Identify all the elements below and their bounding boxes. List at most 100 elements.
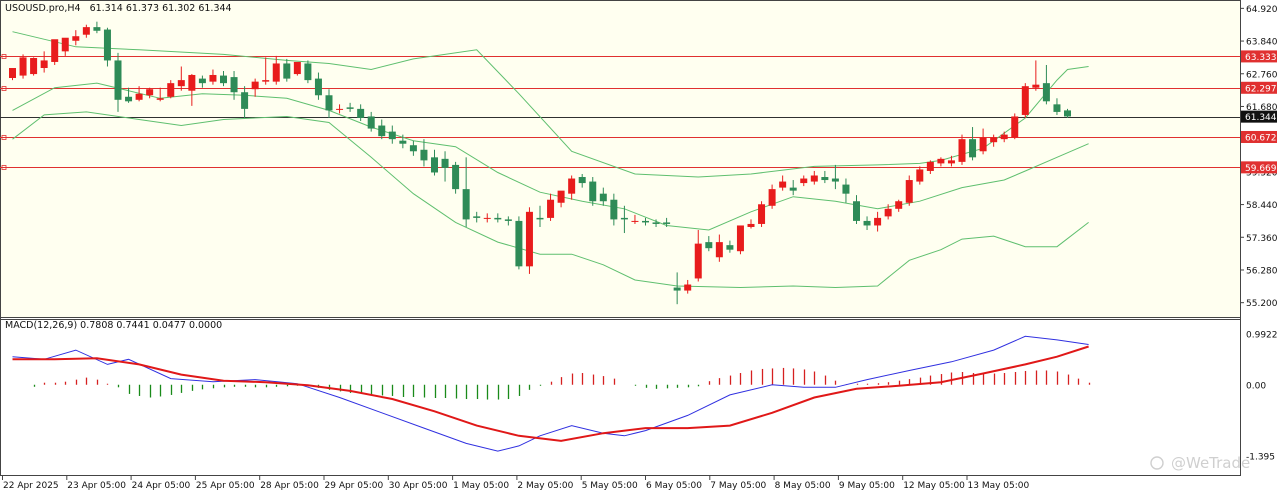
time-tick-label: 25 Apr 05:00 xyxy=(196,481,255,491)
watermark-text: @WeTrade xyxy=(1171,454,1250,472)
candle-body xyxy=(452,164,460,190)
price-tick-label: 55.200 xyxy=(1246,299,1278,309)
candle-body xyxy=(663,222,671,224)
time-tick-label: 13 May 05:00 xyxy=(968,481,1030,491)
candle-body xyxy=(652,222,660,224)
candle-body xyxy=(473,216,481,218)
candle-body xyxy=(536,217,544,220)
candle-body xyxy=(1042,83,1050,102)
candle-body xyxy=(167,83,175,97)
candle-body xyxy=(705,242,713,249)
candle-body xyxy=(990,137,998,143)
candle-body xyxy=(779,181,787,188)
level-price-tag: 63.333 xyxy=(1245,53,1277,63)
candle-body xyxy=(631,220,639,222)
time-tick-label: 28 Apr 05:00 xyxy=(260,481,319,491)
candle-body xyxy=(336,108,344,110)
candle-body xyxy=(715,242,723,258)
candle-body xyxy=(188,74,196,91)
candle-body xyxy=(547,199,555,218)
candle-body xyxy=(831,178,839,182)
candle-body xyxy=(504,219,512,221)
current-price-tag: 61.344 xyxy=(1245,113,1277,123)
candle-body xyxy=(114,60,122,100)
candle-body xyxy=(293,61,301,75)
candle-body xyxy=(610,199,618,220)
candle-body xyxy=(1053,104,1061,112)
level-price-tag: 60.672 xyxy=(1245,133,1277,143)
candle-body xyxy=(599,193,607,202)
candle-body xyxy=(125,96,133,102)
candle-body xyxy=(262,80,270,82)
candle-body xyxy=(378,125,386,137)
candle-body xyxy=(916,169,924,182)
candle-body xyxy=(304,63,312,81)
price-tick-label: 64.920 xyxy=(1246,5,1278,15)
candle-body xyxy=(346,107,354,109)
macd-title: MACD(12,26,9) 0.7808 0.7441 0.0477 0.000… xyxy=(5,320,222,331)
price-tick-label: 62.760 xyxy=(1246,70,1278,80)
candle-body xyxy=(789,187,797,191)
candle-body xyxy=(325,95,333,111)
level-price-tag: 62.297 xyxy=(1245,84,1277,94)
candle-body xyxy=(135,93,143,100)
candle-body xyxy=(1021,86,1029,115)
candle-body xyxy=(726,245,734,250)
time-tick-label: 24 Apr 05:00 xyxy=(132,481,191,491)
candle-body xyxy=(61,37,69,52)
candle-body xyxy=(758,204,766,224)
candle xyxy=(525,207,533,274)
candle-body xyxy=(72,36,80,41)
candle xyxy=(515,216,523,270)
candle-body xyxy=(93,27,101,31)
candle-body xyxy=(156,98,164,100)
time-tick-label: 2 May 05:00 xyxy=(517,481,573,491)
candle xyxy=(1011,113,1019,140)
candle-body xyxy=(515,220,523,267)
macd-pane-background xyxy=(0,319,1240,475)
candle-body xyxy=(367,116,375,129)
candle-body xyxy=(146,89,154,96)
candle-body xyxy=(241,92,249,109)
price-tick-label: 58.440 xyxy=(1246,201,1278,211)
time-tick-label: 12 May 05:00 xyxy=(903,481,965,491)
candle-body xyxy=(589,181,597,202)
time-tick-label: 5 May 05:00 xyxy=(582,481,638,491)
candle-body xyxy=(937,158,945,164)
candle-body xyxy=(642,220,649,223)
time-tick-label: 22 Apr 2025 xyxy=(3,481,59,491)
time-tick-label: 1 May 05:00 xyxy=(453,481,509,491)
candle-body xyxy=(209,74,217,82)
candle xyxy=(958,134,966,165)
candle-body xyxy=(905,180,913,203)
candle-body xyxy=(821,177,829,181)
candle-body xyxy=(441,158,449,168)
candle-body xyxy=(272,63,280,82)
chart-canvas: 64.92063.84062.76061.68059.52058.44057.3… xyxy=(0,0,1280,492)
time-tick-label: 7 May 05:00 xyxy=(710,481,766,491)
candle-body xyxy=(620,217,628,220)
time-tick-label: 8 May 05:00 xyxy=(775,481,831,491)
candle xyxy=(758,201,766,227)
chart-window: 64.920 63.840 62.760 61.680 59.520 58.440 57.3… xyxy=(0,0,1280,492)
candle-body xyxy=(82,27,90,35)
candle-body xyxy=(40,60,48,69)
candle xyxy=(51,39,59,65)
candle-body xyxy=(251,81,259,90)
macd-tick-label: -1.395 xyxy=(1246,452,1275,462)
candle-body xyxy=(19,57,27,76)
price-tick-label: 63.840 xyxy=(1246,38,1278,48)
time-tick-label: 29 Apr 05:00 xyxy=(325,481,384,491)
candle-body xyxy=(747,223,755,227)
candle-body xyxy=(230,77,238,93)
candle-body xyxy=(684,284,692,291)
price-tick-label: 57.360 xyxy=(1246,234,1278,244)
price-tick-label: 56.280 xyxy=(1246,266,1278,276)
macd-tick-label: 0.00 xyxy=(1246,381,1266,391)
candle-body xyxy=(947,160,955,164)
candle-body xyxy=(103,29,111,61)
candle-body xyxy=(810,175,818,182)
candle-body xyxy=(800,178,808,184)
candle-body xyxy=(842,184,850,194)
candle-body xyxy=(283,63,291,79)
